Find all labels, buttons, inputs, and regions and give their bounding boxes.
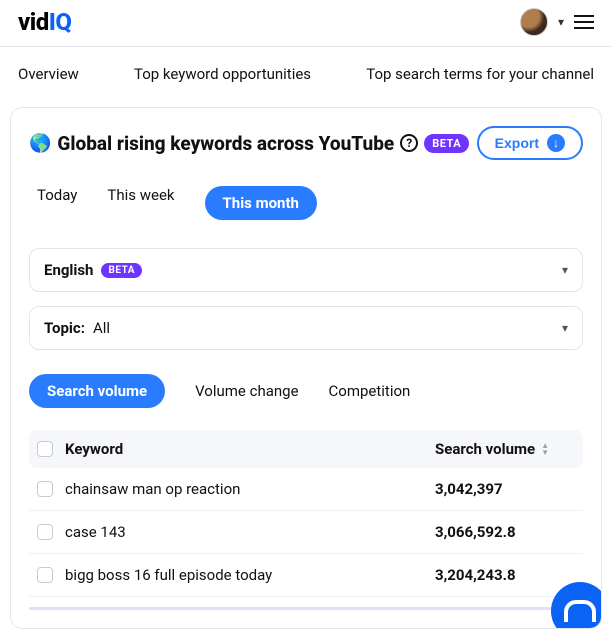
logo[interactable]: vidIQ [18, 8, 71, 36]
export-label: Export [495, 135, 539, 151]
column-search-volume[interactable]: Search volume ▲▼ [435, 440, 575, 458]
download-icon: ↓ [547, 134, 565, 152]
chevron-down-icon: ▾ [562, 263, 568, 277]
logo-part2: IQ [49, 8, 72, 36]
export-button[interactable]: Export ↓ [477, 126, 583, 160]
topic-prefix: Topic: [44, 319, 85, 337]
language-beta-badge: BETA [101, 263, 142, 278]
keyword-cell: case 143 [65, 523, 435, 541]
row-checkbox[interactable] [37, 481, 53, 497]
range-this-month[interactable]: This month [205, 186, 317, 220]
row-checkbox[interactable] [37, 524, 53, 540]
row-checkbox[interactable] [37, 567, 53, 583]
beta-badge: BETA [424, 134, 469, 153]
divider [29, 607, 583, 610]
select-all-checkbox[interactable] [37, 441, 53, 457]
keyword-cell: bigg boss 16 full episode today [65, 566, 435, 584]
volume-cell: 3,042,397 [435, 480, 575, 498]
table-row[interactable]: case 143 3,066,592.8 [29, 511, 583, 554]
table-row[interactable]: bigg boss 16 full episode today 3,204,24… [29, 554, 583, 597]
tab-keyword-opportunities[interactable]: Top keyword opportunities [134, 65, 311, 83]
tab-overview[interactable]: Overview [18, 65, 79, 83]
avatar[interactable] [520, 8, 548, 36]
metric-search-volume[interactable]: Search volume [29, 374, 165, 408]
metric-volume-change[interactable]: Volume change [195, 382, 298, 400]
tab-search-terms[interactable]: Top search terms for your channel [366, 65, 594, 83]
range-today[interactable]: Today [37, 186, 77, 220]
page-title: Global rising keywords across YouTube [57, 132, 394, 155]
globe-icon: 🌎 [29, 133, 51, 154]
topic-value: All [93, 319, 110, 337]
metric-competition[interactable]: Competition [329, 382, 411, 400]
column-keyword[interactable]: Keyword [65, 440, 435, 458]
table-header: Keyword Search volume ▲▼ [29, 430, 583, 468]
table-row[interactable]: chainsaw man op reaction 3,042,397 [29, 468, 583, 511]
help-icon[interactable]: ? [400, 134, 418, 152]
volume-cell: 3,066,592.8 [435, 523, 575, 541]
range-this-week[interactable]: This week [107, 186, 174, 220]
topic-select[interactable]: Topic: All ▾ [29, 306, 583, 350]
keyword-cell: chainsaw man op reaction [65, 480, 435, 498]
sort-icon: ▲▼ [541, 442, 549, 456]
chevron-down-icon: ▾ [562, 321, 568, 335]
language-value: English [44, 261, 93, 279]
hamburger-icon[interactable] [574, 15, 594, 29]
language-select[interactable]: English BETA ▾ [29, 248, 583, 292]
chevron-down-icon[interactable]: ▾ [558, 15, 564, 29]
logo-part1: vid [18, 8, 49, 36]
volume-cell: 3,204,243.8 [435, 566, 575, 584]
